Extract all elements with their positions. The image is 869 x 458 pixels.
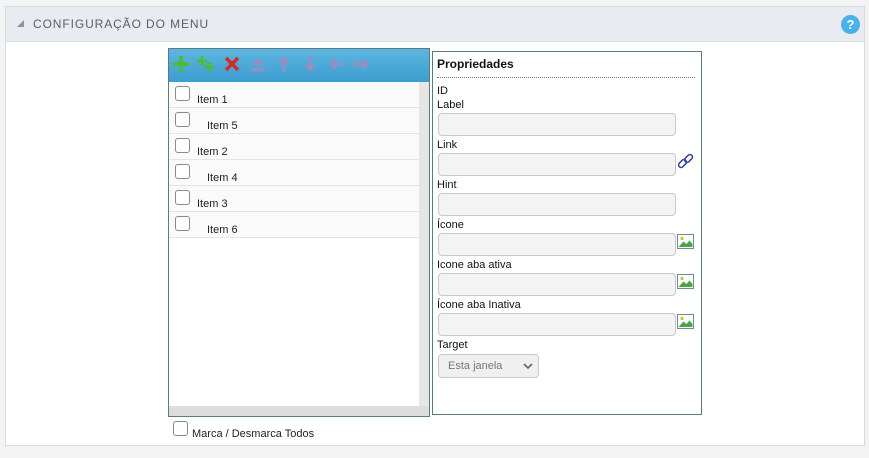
help-icon[interactable]: ? (841, 15, 860, 34)
toggle-all-label[interactable]: Marca / Desmarca Todos (192, 428, 314, 440)
horizontal-scrollbar[interactable] (169, 406, 429, 416)
move-down-icon[interactable] (300, 53, 320, 75)
active-tab-icon-input[interactable] (438, 273, 676, 296)
tree-item[interactable]: Item 5 (169, 108, 419, 134)
properties-title: Propriedades (437, 57, 514, 71)
tree-list: Item 1 Item 5 Item 2 Item 4 Item 3 Item … (169, 82, 419, 407)
tree-item-checkbox[interactable] (175, 164, 190, 179)
tree-item-label: Item 5 (207, 120, 238, 132)
tree-item-label: Item 2 (197, 146, 228, 158)
target-select[interactable]: Esta janela (438, 354, 539, 378)
tree-toolbar (169, 49, 429, 82)
tree-item-label: Item 6 (207, 224, 238, 236)
tree-item-label: Item 1 (197, 94, 228, 106)
image-icon[interactable] (677, 233, 694, 250)
tree-item[interactable]: Item 2 (169, 134, 419, 160)
tree-item-checkbox[interactable] (175, 216, 190, 231)
add-icon[interactable] (171, 53, 191, 75)
link-input[interactable] (438, 153, 676, 176)
hint-field-label: Hint (437, 179, 457, 191)
tree-item[interactable]: Item 6 (169, 212, 419, 238)
label-input[interactable] (438, 113, 676, 136)
delete-icon[interactable] (222, 53, 242, 75)
target-select-value: Esta janela (448, 360, 503, 372)
link-field-label: Link (437, 139, 458, 151)
id-label: ID (437, 85, 448, 97)
hint-input[interactable] (438, 193, 676, 216)
icon-input[interactable] (438, 233, 676, 256)
label-field-label: Label (437, 99, 464, 111)
target-label: Target (437, 339, 468, 351)
tree-item-checkbox[interactable] (175, 112, 190, 127)
image-icon[interactable] (677, 313, 694, 330)
active-tab-icon-label: Icone aba ativa (437, 259, 512, 271)
menu-tree-panel: Item 1 Item 5 Item 2 Item 4 Item 3 Item … (168, 48, 430, 417)
tree-item[interactable]: Item 1 (169, 82, 419, 108)
tree-item-checkbox[interactable] (175, 138, 190, 153)
move-left-icon[interactable] (326, 53, 346, 75)
add-child-icon[interactable] (195, 53, 215, 75)
tree-item[interactable]: Item 3 (169, 186, 419, 212)
move-up-icon[interactable] (274, 53, 294, 75)
chevron-down-icon (523, 363, 533, 370)
inactive-tab-icon-input[interactable] (438, 313, 676, 336)
move-top-icon[interactable] (248, 53, 268, 75)
panel-title: CONFIGURAÇÃO DO MENU (33, 17, 210, 31)
vertical-scrollbar[interactable] (419, 82, 429, 407)
tree-item-checkbox[interactable] (175, 190, 190, 205)
icon-field-label: Ícone (437, 219, 464, 231)
collapse-arrow-icon[interactable] (17, 20, 24, 27)
move-right-icon[interactable] (352, 53, 372, 75)
tree-item-label: Item 4 (207, 172, 238, 184)
tree-item-label: Item 3 (197, 198, 228, 210)
properties-panel: Propriedades ID Label Link Hint Ícone Ic… (432, 51, 702, 415)
tree-item-checkbox[interactable] (175, 86, 190, 101)
properties-divider (437, 77, 695, 78)
image-icon[interactable] (677, 273, 694, 290)
inactive-tab-icon-label: Ícone aba Inativa (437, 299, 521, 311)
link-icon[interactable] (677, 153, 694, 170)
tree-item[interactable]: Item 4 (169, 160, 419, 186)
toggle-all-checkbox[interactable] (173, 421, 188, 436)
panel-header: CONFIGURAÇÃO DO MENU ? (6, 7, 864, 42)
